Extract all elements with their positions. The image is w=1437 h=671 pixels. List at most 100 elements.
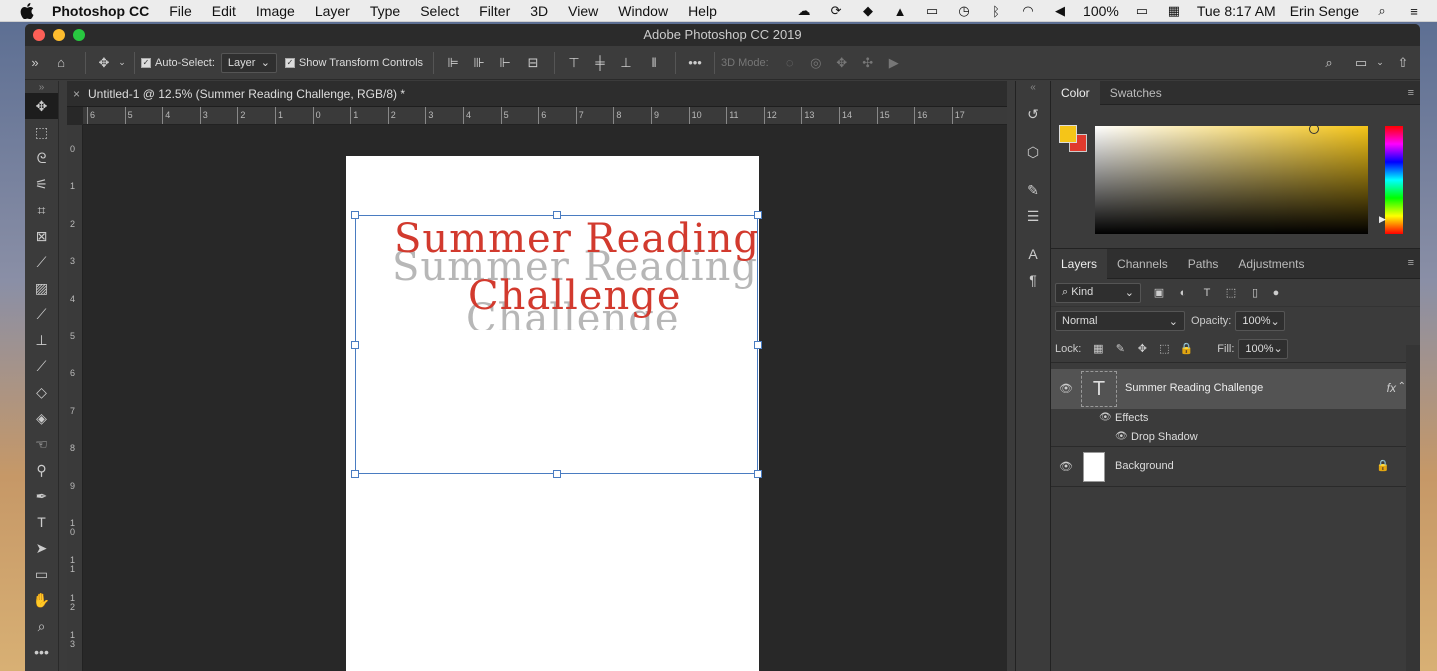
layer-effects-icon[interactable]: fx — [1387, 381, 1396, 395]
distribute-vertical-icon[interactable]: ‖ — [639, 55, 669, 70]
effects-row[interactable]: 👁 Effects — [1051, 409, 1406, 428]
close-tab-icon[interactable]: × — [73, 87, 80, 101]
hue-slider-handle[interactable]: ▶ — [1379, 214, 1386, 225]
lock-transparent-icon[interactable]: ▦ — [1087, 342, 1109, 355]
drop-shadow-row[interactable]: 👁 Drop Shadow — [1051, 428, 1406, 447]
color-field-cursor[interactable] — [1309, 124, 1319, 134]
filter-toggle-icon[interactable]: ● — [1267, 287, 1285, 299]
auto-select-checkbox[interactable]: ✓ — [141, 57, 151, 68]
align-middle-icon[interactable]: ╪ — [587, 55, 613, 70]
menu-image[interactable]: Image — [256, 3, 295, 19]
more-options-icon[interactable]: ••• — [682, 55, 708, 70]
lock-all-icon[interactable]: 🔒 — [1175, 342, 1197, 355]
collapse-effects-icon[interactable]: ⌃ — [1398, 381, 1406, 392]
layer-name[interactable]: Background — [1115, 460, 1174, 472]
menu-view[interactable]: View — [568, 3, 598, 19]
healing-brush-tool-icon[interactable]: ▨ — [25, 275, 58, 301]
time-machine-icon[interactable]: ◷ — [955, 3, 973, 18]
collapse-icon[interactable]: » — [27, 55, 43, 70]
wifi-icon[interactable]: ◠ — [1019, 3, 1037, 18]
minimize-window-button[interactable] — [53, 29, 65, 41]
layers-scrollbar[interactable] — [1406, 345, 1420, 671]
transform-handle[interactable] — [754, 211, 762, 219]
brush-panel-icon[interactable]: ✎ — [1016, 177, 1050, 203]
transform-handle[interactable] — [553, 470, 561, 478]
transform-handle[interactable] — [754, 341, 762, 349]
tab-layers[interactable]: Layers — [1051, 248, 1108, 279]
shape-filter-icon[interactable]: ⬚ — [1219, 286, 1243, 299]
airplay-icon[interactable]: ▭ — [923, 3, 941, 18]
zoom-window-button[interactable] — [73, 29, 85, 41]
visibility-eye-icon[interactable]: 👁 — [1059, 460, 1073, 473]
panel-menu-icon[interactable]: ≡ — [1408, 87, 1414, 99]
align-top-icon[interactable]: ⊤ — [561, 55, 587, 71]
document-tab-title[interactable]: Untitled-1 @ 12.5% (Summer Reading Chall… — [88, 87, 405, 101]
volume-icon[interactable]: ◀ — [1051, 3, 1069, 18]
path-selection-tool-icon[interactable]: ➤ — [25, 535, 58, 561]
clone-stamp-tool-icon[interactable]: ⊥ — [25, 327, 58, 353]
magic-wand-tool-icon[interactable]: ⚟ — [25, 171, 58, 197]
lock-artboard-icon[interactable]: ⬚ — [1153, 342, 1175, 355]
frame-tool-icon[interactable]: ⊠ — [25, 223, 58, 249]
eyedropper-tool-icon[interactable]: ⟋ — [25, 249, 58, 275]
brush-tool-icon[interactable]: ⟋ — [25, 301, 58, 327]
tab-color[interactable]: Color — [1051, 80, 1100, 105]
pen-tool-icon[interactable]: ✒ — [25, 483, 58, 509]
eraser-tool-icon[interactable]: ◇ — [25, 379, 58, 405]
bluetooth-icon[interactable]: ᛒ — [987, 4, 1005, 19]
transform-handle[interactable] — [351, 341, 359, 349]
visibility-eye-icon[interactable]: 👁 — [1115, 431, 1128, 442]
collapse-icon[interactable]: » — [25, 81, 58, 93]
zoom-tool-icon[interactable]: ⌕ — [25, 613, 58, 639]
home-icon[interactable]: ⌂ — [43, 55, 79, 70]
transform-handle[interactable] — [754, 470, 762, 478]
type-filter-icon[interactable]: T — [1195, 287, 1219, 299]
apple-icon[interactable] — [20, 2, 38, 19]
workspace-icon[interactable]: ▭ — [1350, 55, 1372, 71]
tab-adjustments[interactable]: Adjustments — [1228, 252, 1314, 276]
lock-position-icon[interactable]: ✥ — [1131, 342, 1153, 355]
align-left-icon[interactable]: ⊫ — [440, 55, 466, 71]
rectangle-tool-icon[interactable]: ▭ — [25, 561, 58, 587]
align-center-icon[interactable]: ⊪ — [466, 55, 492, 71]
distribute-icon[interactable]: ⊟ — [518, 55, 548, 71]
tab-swatches[interactable]: Swatches — [1100, 81, 1172, 105]
history-brush-tool-icon[interactable]: ⟋ — [25, 353, 58, 379]
menu-select[interactable]: Select — [420, 3, 459, 19]
visibility-eye-icon[interactable]: 👁 — [1059, 382, 1073, 395]
auto-select-dropdown[interactable]: Layer ⌄ — [220, 52, 277, 73]
paint-bucket-tool-icon[interactable]: ◈ — [25, 405, 58, 431]
menu-edit[interactable]: Edit — [212, 3, 236, 19]
document-canvas[interactable]: Summer Reading Challenge Summer Reading … — [346, 156, 762, 671]
more-tools-icon[interactable]: ••• — [25, 639, 58, 665]
type-tool-icon[interactable]: T — [25, 509, 58, 535]
vertical-ruler[interactable]: 0 1 2 3 4 5 6 7 8 9 1 0 1 1 1 2 1 3 — [67, 125, 83, 671]
dropbox-icon[interactable]: ◆ — [859, 3, 877, 18]
transform-bounding-box[interactable] — [351, 211, 762, 478]
hand-tool-icon[interactable]: ✋ — [25, 587, 58, 613]
sync-icon[interactable]: ⟳ — [827, 3, 845, 18]
move-tool-icon[interactable]: ✥ — [25, 93, 58, 119]
visibility-eye-icon[interactable]: 👁 — [1099, 412, 1112, 423]
share-icon[interactable]: ⇧ — [1392, 55, 1414, 71]
collapse-icon[interactable]: « — [1016, 81, 1050, 93]
properties-panel-icon[interactable]: ☰ — [1016, 203, 1050, 229]
align-bottom-icon[interactable]: ⊥ — [613, 55, 639, 71]
horizontal-ruler[interactable]: 6 5 4 3 2 1 0 1 2 3 4 5 6 7 8 9 10 11 12 13 14 15 16 17 — [83, 107, 1007, 125]
show-transform-checkbox[interactable]: ✓ — [284, 57, 295, 68]
layer-row-text[interactable]: 👁 T Summer Reading Challenge fx ⌃ — [1051, 369, 1406, 409]
user-name[interactable]: Erin Senge — [1290, 3, 1359, 19]
document-tab[interactable]: × Untitled-1 @ 12.5% (Summer Reading Cha… — [67, 81, 1007, 107]
align-right-icon[interactable]: ⊩ — [492, 55, 518, 71]
adjustment-filter-icon[interactable]: ◐ — [1171, 287, 1195, 299]
creative-cloud-icon[interactable]: ☁ — [795, 3, 813, 18]
history-panel-icon[interactable]: ↺ — [1016, 101, 1050, 127]
3d-panel-icon[interactable]: ⬡ — [1016, 139, 1050, 165]
drop-shadow-label[interactable]: Drop Shadow — [1131, 431, 1198, 443]
crop-tool-icon[interactable]: ⌗ — [25, 197, 58, 223]
marquee-tool-icon[interactable]: ⬚ — [25, 119, 58, 145]
search-icon[interactable]: ⌕ — [1318, 55, 1340, 71]
calendar-icon[interactable]: ▦ — [1165, 3, 1183, 18]
move-tool-preset-icon[interactable]: ✥ — [92, 55, 116, 71]
menu-layer[interactable]: Layer — [315, 3, 350, 19]
